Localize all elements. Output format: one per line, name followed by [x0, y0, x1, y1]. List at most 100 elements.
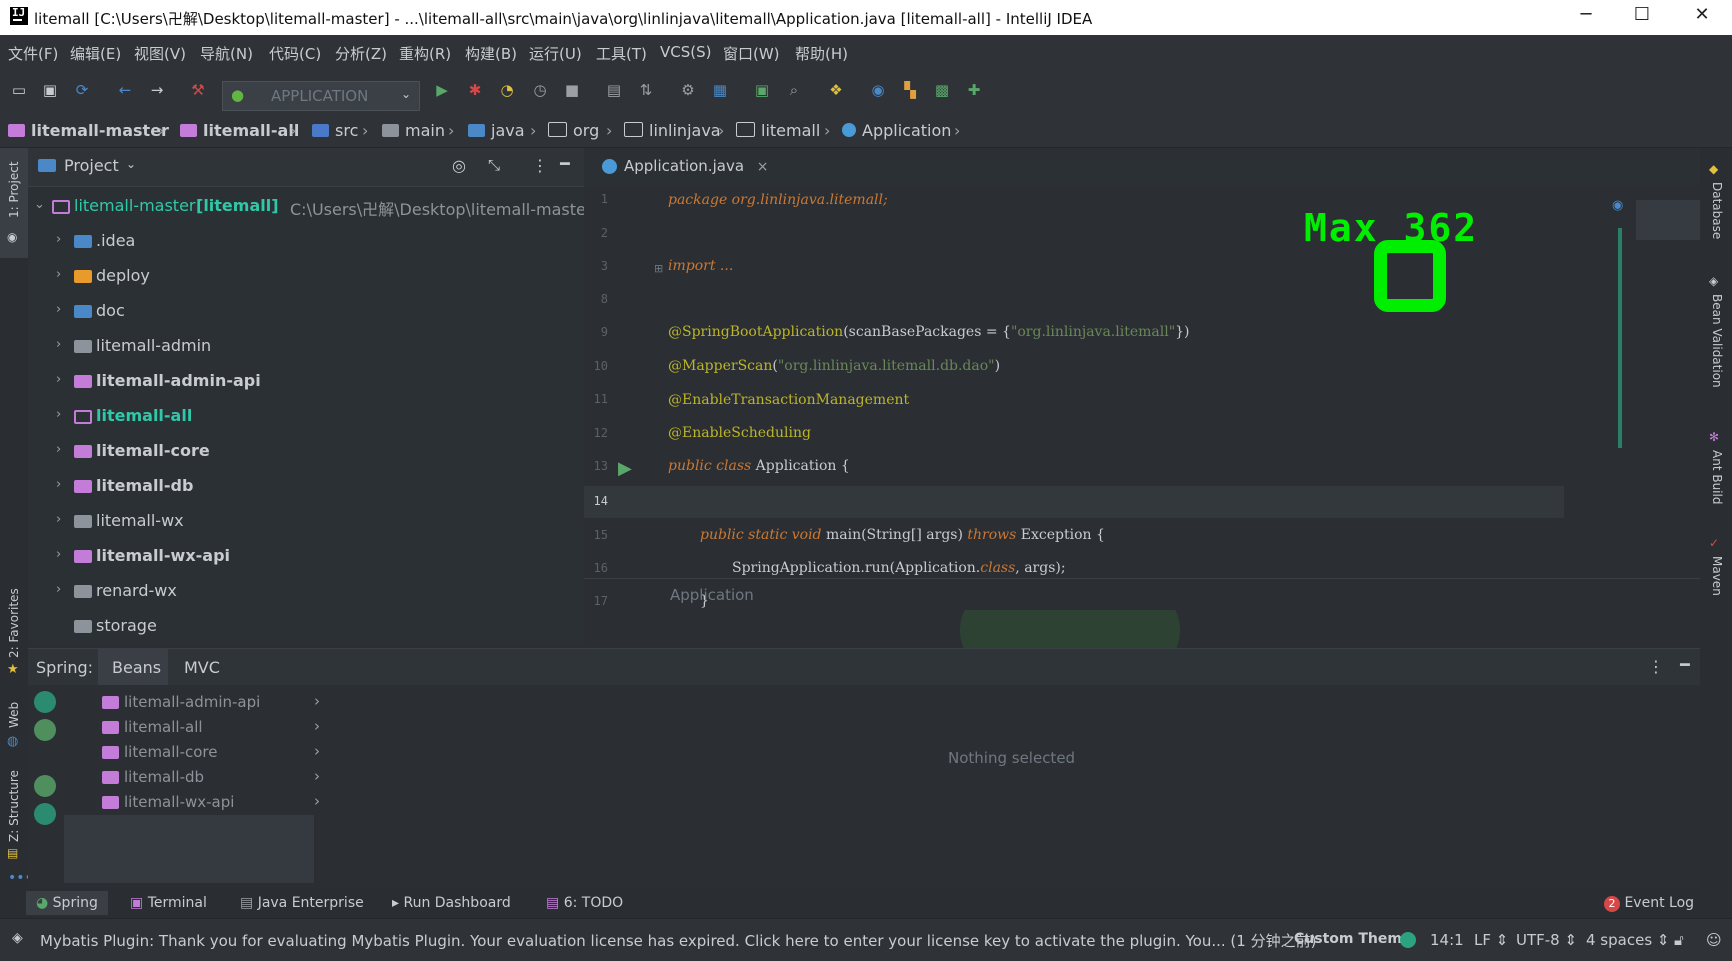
menu-edit[interactable]: 编辑(E) [70, 43, 121, 64]
line-separator[interactable]: LF ⇕ [1474, 931, 1508, 949]
spring-module-litemall-all[interactable]: litemall-all › [72, 716, 320, 740]
maximize-button[interactable]: ☐ [1622, 4, 1662, 30]
plugin-icon[interactable]: ❖ [826, 80, 846, 100]
close-button[interactable]: ✕ [1682, 4, 1722, 30]
bean-validation-tool-button[interactable]: Bean Validation [1710, 294, 1724, 388]
search-icon[interactable]: ⌕ [784, 80, 804, 100]
forward-icon[interactable]: → [147, 80, 167, 100]
project-view-selector[interactable]: Project [64, 156, 119, 175]
chevron-down-icon[interactable]: ⌄ [34, 197, 45, 212]
spring-leaf-icon[interactable] [34, 775, 56, 797]
breadcrumb-litemall-master[interactable]: litemall-master [8, 121, 169, 140]
breadcrumb-litemall[interactable]: litemall [736, 121, 820, 140]
menu-analyze[interactable]: 分析(Z) [335, 43, 387, 64]
menu-file[interactable]: 文件(F) [8, 43, 58, 64]
breadcrumb-application[interactable]: Application [842, 121, 951, 140]
fold-icon[interactable]: ⊞ [654, 262, 663, 275]
menu-run[interactable]: 运行(U) [529, 43, 582, 64]
tree-root[interactable]: ⌄ litemall-master [litemall] C:\Users\卍解… [28, 190, 592, 224]
inspector-icon[interactable]: ☺ [1706, 931, 1722, 949]
tool-run-dashboard[interactable]: ▸ Run Dashboard [392, 895, 511, 911]
minimize-button[interactable]: ─ [1566, 4, 1606, 30]
editor-scrollbar[interactable] [1618, 228, 1622, 448]
coverage-icon[interactable]: ◔ [497, 80, 517, 100]
menu-build[interactable]: 构建(B) [465, 43, 517, 64]
run-configuration-select[interactable]: ● APPLICATION ⌄ [222, 81, 420, 111]
tree-item-litemall-admin[interactable]: › litemall-admin [28, 330, 584, 364]
hide-panel-icon[interactable]: ━ [560, 154, 570, 173]
hide-panel-icon[interactable]: ━ [1680, 655, 1690, 674]
tool-spring[interactable]: ◕ Spring [26, 891, 108, 915]
diagram-icon[interactable]: ▩ [932, 80, 952, 100]
breadcrumb-linlinjava[interactable]: linlinjava [624, 121, 721, 140]
profile-icon[interactable]: ◷ [530, 80, 550, 100]
web-tool-button[interactable]: Web ◍ [0, 696, 28, 756]
run-icon[interactable]: ▶ [432, 80, 452, 100]
maven-tool-button[interactable]: Maven [1710, 556, 1724, 596]
code-editor[interactable]: 1 2 3 8 9 10 11 12 13 14 15 16 17 ▶ ⊞ pa… [584, 186, 1700, 610]
caret-position[interactable]: 14:1 [1430, 931, 1464, 949]
lock-icon[interactable]: 🔓︎ [1674, 931, 1684, 949]
tool-terminal[interactable]: ▣ Terminal [130, 895, 207, 911]
spring-beans-icon[interactable] [34, 691, 56, 713]
editor-breadcrumb-item[interactable]: Application [670, 586, 754, 604]
puzzle-icon[interactable]: ✚ [964, 80, 984, 100]
spring-settings-icon[interactable] [34, 803, 56, 825]
tab-close-icon[interactable]: × [757, 159, 769, 175]
menu-refactor[interactable]: 重构(R) [399, 43, 451, 64]
spring-module-litemall-admin-api[interactable]: litemall-admin-api › [72, 691, 320, 715]
tool-java-enterprise[interactable]: ▤ Java Enterprise [240, 895, 364, 911]
tree-item-litemall-db[interactable]: › litemall-db [28, 470, 584, 504]
menu-window[interactable]: 窗口(W) [723, 43, 780, 64]
debug-icon[interactable]: ✱ [465, 80, 485, 100]
tree-item-deploy[interactable]: › deploy [28, 260, 584, 294]
save-icon[interactable]: ▣ [40, 80, 60, 100]
terminal-toolbar-icon[interactable]: ▣ [752, 80, 772, 100]
tree-item-litemall-wx[interactable]: › litemall-wx [28, 505, 584, 539]
menu-view[interactable]: 视图(V) [134, 43, 186, 64]
run-gutter-icon[interactable]: ▶ [618, 458, 632, 479]
hammer-icon[interactable]: ⚒ [188, 80, 208, 100]
menu-tools[interactable]: 工具(T) [596, 43, 647, 64]
tree-item-renard-wx[interactable]: › renard-wx [28, 575, 584, 609]
stop-icon[interactable]: ■ [562, 80, 582, 100]
file-encoding[interactable]: UTF-8 ⇕ [1516, 931, 1577, 949]
tool-todo[interactable]: ▤ 6: TODO [546, 895, 623, 911]
code-minimap[interactable] [1636, 200, 1700, 240]
spring-module-litemall-core[interactable]: litemall-core › [72, 741, 320, 765]
vcs-icon[interactable]: ⇅ [636, 80, 656, 100]
database-toolbar-icon[interactable]: ◉ [868, 80, 888, 100]
indent-setting[interactable]: 4 spaces ⇕ [1586, 931, 1669, 949]
sync-icon[interactable]: ⟳ [72, 80, 92, 100]
eye-icon[interactable]: ◉ [1612, 198, 1623, 213]
collapse-all-icon[interactable]: ⤡ [488, 156, 500, 174]
options-icon[interactable]: ⋮ [1648, 657, 1664, 676]
tree-item-storage[interactable]: storage [28, 610, 584, 644]
status-message[interactable]: Mybatis Plugin: Thank you for evaluating… [40, 930, 1316, 951]
update-project-icon[interactable]: ▤ [604, 80, 624, 100]
breadcrumb-litemall-all[interactable]: litemall-all [180, 121, 299, 140]
menu-code[interactable]: 代码(C) [269, 43, 321, 64]
breadcrumb-main[interactable]: main [382, 121, 445, 140]
layout-icon[interactable]: ▚ [900, 80, 920, 100]
spring-module-litemall-wx-api[interactable]: litemall-wx-api › [72, 791, 320, 815]
tree-item-litemall-all[interactable]: › litemall-all [28, 400, 584, 434]
structure-tool-button[interactable]: Z: Structure ▤ [0, 760, 28, 860]
database-tool-button[interactable]: Database [1710, 182, 1724, 239]
tree-item-litemall-admin-api[interactable]: › litemall-admin-api [28, 365, 584, 399]
breadcrumb-java[interactable]: java [468, 121, 525, 140]
tree-item-idea[interactable]: › .idea [28, 225, 584, 259]
breadcrumb-src[interactable]: src [312, 121, 358, 140]
menu-vcs[interactable]: VCS(S) [660, 43, 711, 61]
back-icon[interactable]: ← [115, 80, 135, 100]
tree-item-doc[interactable]: › doc [28, 295, 584, 329]
menu-help[interactable]: 帮助(H) [795, 43, 848, 64]
breadcrumb-org[interactable]: org [548, 121, 599, 140]
folder-open-icon[interactable]: ▭ [9, 80, 29, 100]
locate-icon[interactable]: ◎ [452, 156, 466, 175]
project-tool-button[interactable]: 1: Project ◉ [0, 148, 28, 258]
project-structure-icon[interactable]: ▦ [710, 80, 730, 100]
spring-context-icon[interactable] [34, 719, 56, 741]
tree-item-litemall-wx-api[interactable]: › litemall-wx-api [28, 540, 584, 574]
menu-navigate[interactable]: 导航(N) [200, 43, 253, 64]
